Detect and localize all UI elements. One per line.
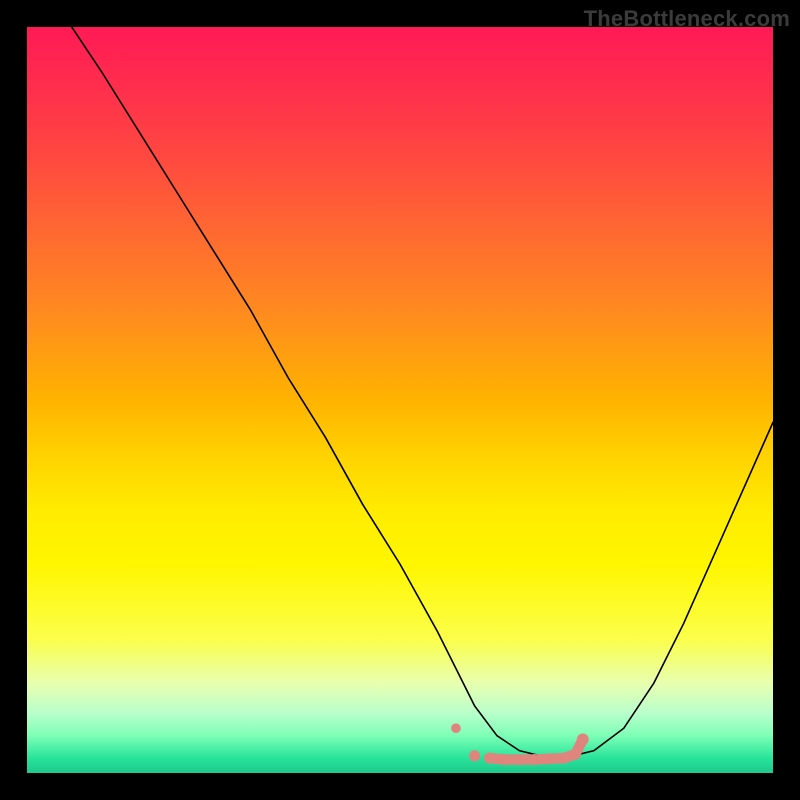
plot-area: [27, 27, 773, 773]
watermark-text: TheBottleneck.com: [584, 6, 790, 32]
optimal-range-markers: [451, 723, 589, 765]
bottleneck-curve: [72, 27, 773, 758]
chart-frame: TheBottleneck.com: [0, 0, 800, 800]
curve-layer: [27, 27, 773, 773]
